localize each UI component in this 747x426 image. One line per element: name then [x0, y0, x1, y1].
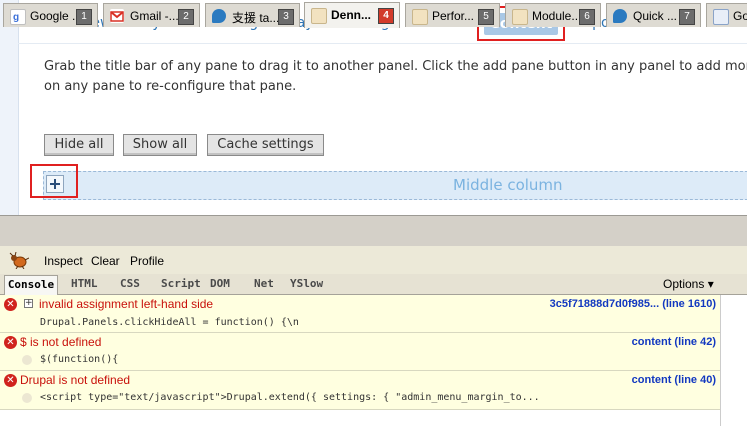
error-code-snippet: <script type="text/javascript">Drupal.ex…: [40, 392, 540, 403]
browser-tab-1[interactable]: g Google ... 1: [3, 3, 98, 27]
tab-yslow[interactable]: YSlow: [290, 277, 323, 290]
tabs-divider: [18, 43, 747, 44]
console-error-entry[interactable]: ✕ $ is not defined content (line 42) $(f…: [0, 333, 720, 371]
inspect-button[interactable]: Inspect: [44, 254, 83, 268]
error-icon: ✕: [4, 298, 17, 311]
options-menu[interactable]: Options ▾: [663, 277, 714, 291]
breakpoint-icon[interactable]: [22, 355, 32, 365]
show-all-button[interactable]: Show all: [123, 134, 197, 156]
error-source-link[interactable]: content (line 42): [632, 336, 716, 348]
profile-button[interactable]: Profile: [130, 254, 164, 268]
tab-net[interactable]: Net: [254, 277, 274, 290]
tab-number-badge: 6: [579, 9, 595, 25]
browser-tab-label: Go: [733, 9, 747, 23]
left-gutter: [0, 0, 19, 215]
browser-tab-label: Quick ...: [633, 9, 678, 23]
tab-number-badge: 7: [679, 9, 695, 25]
middle-column-title: Middle column: [453, 176, 563, 194]
tab-number-badge: 3: [278, 9, 294, 25]
browser-tab-label: 支援 ta...: [232, 11, 280, 25]
tab-dom[interactable]: DOM: [210, 277, 230, 290]
favicon-icon: [311, 8, 327, 24]
browser-tab-7[interactable]: Quick ... 7: [606, 3, 701, 27]
error-source-link[interactable]: content (line 40): [632, 374, 716, 386]
browser-tab-label: Perfor...: [432, 9, 475, 23]
browser-tab-label: Module...: [532, 9, 582, 23]
error-message: $ is not defined: [20, 335, 102, 349]
browser-tab-label: Denn...: [331, 8, 372, 22]
browser-tab-6[interactable]: Module... 6: [505, 3, 601, 27]
browser-tab-2[interactable]: Gmail -... 2: [103, 3, 200, 27]
error-code-snippet: $(function(){: [40, 354, 119, 365]
error-message: Drupal is not defined: [20, 373, 131, 387]
add-pane-icon[interactable]: [46, 175, 64, 193]
expand-icon[interactable]: +: [24, 299, 33, 308]
error-icon: ✕: [4, 374, 17, 387]
error-code-snippet: Drupal.Panels.clickHideAll = function() …: [40, 317, 299, 328]
middle-column-panel[interactable]: [43, 171, 747, 200]
console-error-entry[interactable]: ✕ + invalid assignment left-hand side 3c…: [0, 295, 720, 333]
browser-tab-label: Gmail -...: [130, 9, 179, 23]
hide-all-button[interactable]: Hide all: [44, 134, 114, 156]
cache-settings-button[interactable]: Cache settings: [207, 134, 324, 156]
tab-number-badge: 4: [378, 8, 394, 24]
drupal-icon: [613, 9, 627, 23]
tab-console[interactable]: Console: [4, 275, 58, 295]
favicon-icon: [412, 9, 428, 25]
firebug-tab-bar: [0, 274, 747, 295]
favicon-icon: [512, 9, 528, 25]
page-icon: [713, 9, 729, 25]
console-error-entry[interactable]: ✕ Drupal is not defined content (line 40…: [0, 371, 720, 410]
drupal-icon: [212, 9, 226, 23]
gmail-icon: [110, 9, 124, 23]
browser-tab-bar: [0, 215, 747, 247]
browser-tab-label: Google ...: [30, 9, 83, 23]
firebug-icon[interactable]: [9, 252, 29, 269]
tab-number-badge: 5: [478, 9, 494, 25]
instructions-line-1: Grab the title bar of any pane to drag i…: [44, 59, 747, 74]
tab-script[interactable]: Script: [161, 277, 201, 290]
browser-tab-8[interactable]: Go: [706, 3, 747, 27]
error-icon: ✕: [4, 336, 17, 349]
breakpoint-icon[interactable]: [22, 393, 32, 403]
browser-tab-3[interactable]: 支援 ta... 3: [205, 3, 300, 27]
tab-number-badge: 1: [76, 9, 92, 25]
error-source-link[interactable]: 3c5f71888d7d0f985... (line 1610): [550, 298, 716, 310]
browser-tab-4-active[interactable]: Denn... 4: [304, 2, 400, 28]
console-scrollbar[interactable]: [720, 295, 747, 426]
browser-tab-5[interactable]: Perfor... 5: [405, 3, 500, 27]
clear-button[interactable]: Clear: [91, 254, 120, 268]
error-message: invalid assignment left-hand side: [39, 297, 214, 311]
instructions-line-2: on any pane to re-configure that pane.: [44, 79, 297, 94]
tab-html[interactable]: HTML: [71, 277, 98, 290]
google-icon: g: [10, 9, 26, 25]
tab-number-badge: 2: [178, 9, 194, 25]
svg-text:g: g: [13, 12, 19, 22]
tab-css[interactable]: CSS: [120, 277, 140, 290]
